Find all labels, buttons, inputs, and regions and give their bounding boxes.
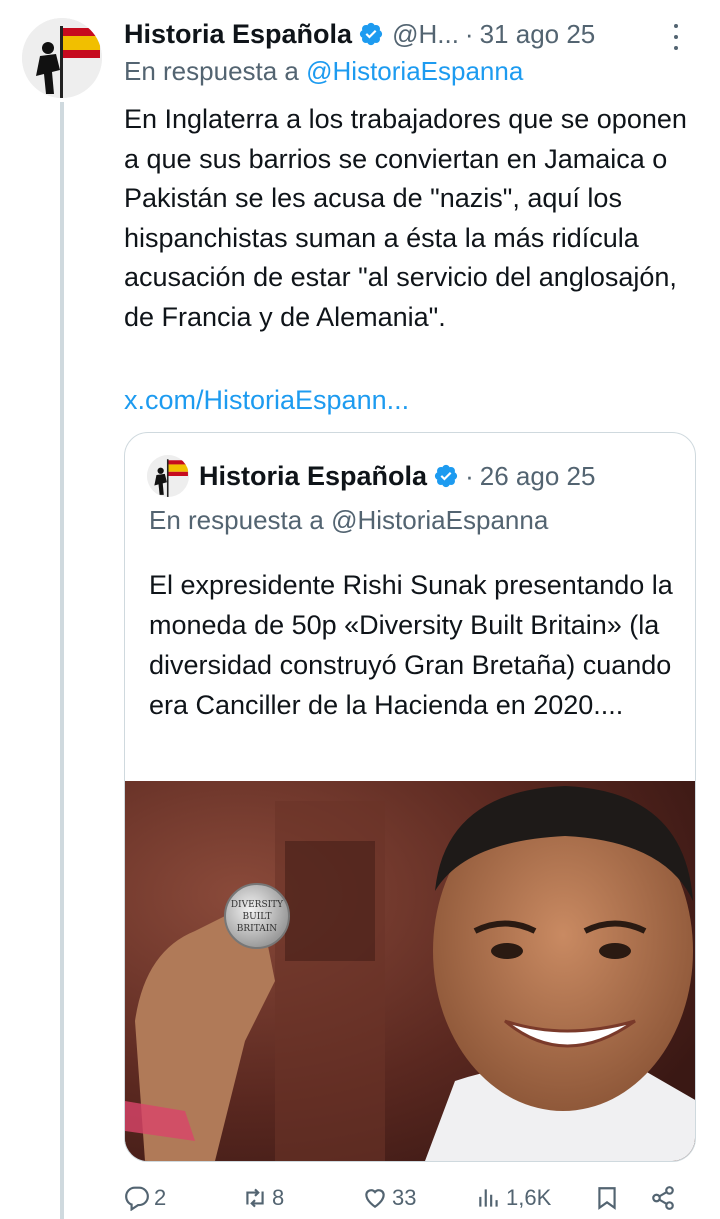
tweet-action-bar: 2 8 33 1,6K: [124, 1176, 700, 1219]
share-button[interactable]: [650, 1185, 690, 1211]
quote-media-image[interactable]: DIVERSITY BUILT BRITAIN: [125, 781, 695, 1161]
verified-badge-icon: [359, 22, 383, 46]
like-icon: [365, 1189, 385, 1208]
more-options-icon[interactable]: [666, 22, 686, 52]
tweet-header: Historia Española @H... · 31 ago 25: [124, 14, 694, 54]
like-button[interactable]: 33: [362, 1185, 476, 1211]
like-count: 33: [392, 1185, 417, 1210]
quote-date: 26 ago 25: [479, 460, 596, 491]
tweet-text: En Inglaterra a los trabajadores que se …: [124, 104, 687, 332]
coin-text-line-2: BUILT: [243, 912, 272, 922]
author-name[interactable]: Historia Española: [124, 19, 352, 50]
quote-author-name: Historia Española: [199, 460, 428, 491]
reply-icon: [125, 1186, 149, 1211]
tweet-link[interactable]: x.com/HistoriaEspann...: [124, 380, 409, 420]
quote-text: El expresidente Rishi Sunak presentando …: [149, 570, 673, 720]
reply-mention-link[interactable]: @HistoriaEspanna: [306, 56, 523, 86]
verified-badge-icon: [434, 464, 458, 488]
thread-connector-line: [60, 102, 64, 1219]
reply-button[interactable]: 2: [124, 1185, 242, 1211]
bookmark-icon: [598, 1187, 616, 1210]
repost-icon: [246, 1188, 264, 1208]
share-icon: [652, 1186, 674, 1210]
quote-author-avatar: [147, 455, 189, 497]
repost-count: 8: [272, 1185, 285, 1210]
coin-text-line-1: DIVERSITY: [231, 900, 284, 910]
author-avatar[interactable]: [22, 18, 102, 98]
views-button[interactable]: 1,6K: [476, 1185, 594, 1211]
tweet-date[interactable]: 31 ago 25: [480, 19, 596, 50]
quoted-tweet-card[interactable]: Historia Española · 26 ago 25 En respues…: [124, 432, 696, 1162]
quote-reply-context: En respuesta a @HistoriaEspanna: [149, 505, 549, 535]
separator-dot: ·: [464, 18, 474, 49]
coin-text-line-3: BRITAIN: [237, 924, 278, 934]
repost-button[interactable]: 8: [242, 1185, 362, 1211]
reply-prefix: En respuesta a: [124, 56, 299, 86]
reply-count: 2: [154, 1185, 167, 1210]
author-handle[interactable]: @H...: [392, 19, 459, 50]
separator-dot: ·: [465, 460, 474, 491]
reply-context: En respuesta a @HistoriaEspanna: [124, 56, 523, 87]
quote-header: Historia Española · 26 ago 25: [199, 455, 595, 497]
views-count: 1,6K: [506, 1185, 552, 1210]
bookmark-button[interactable]: [594, 1185, 650, 1211]
views-icon: [479, 1189, 498, 1207]
